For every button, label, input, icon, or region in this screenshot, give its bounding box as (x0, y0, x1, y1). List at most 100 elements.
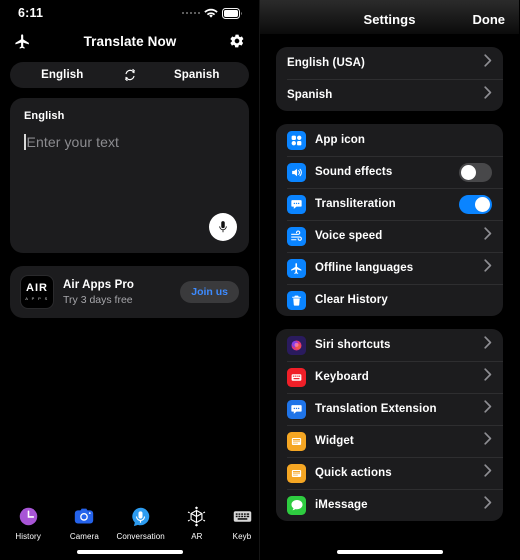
cellular-signal-icon (181, 11, 200, 15)
status-indicators (181, 7, 244, 19)
settings-row-voice-speed[interactable]: Voice speed (276, 220, 503, 252)
wifi-icon (204, 8, 218, 19)
microphone-icon[interactable] (209, 213, 237, 241)
settings-group-preferences: App icon Sound effects Transliteration V… (276, 124, 503, 316)
quick-actions-icon (287, 463, 306, 483)
row-label: Widget (315, 435, 354, 447)
camera-icon (72, 504, 96, 528)
row-label: Clear History (315, 294, 388, 306)
chat-bubble-icon (287, 399, 306, 419)
promo-text: Air Apps Pro Try 3 days free (63, 279, 171, 306)
row-label: Transliteration (315, 198, 396, 210)
input-language-label: English (24, 110, 65, 122)
gear-icon[interactable] (229, 33, 245, 49)
row-label: Keyboard (315, 371, 369, 383)
tab-conversation[interactable]: Conversation (113, 504, 169, 541)
translate-home-panel: 6:11 Translate Now English Spanish Engli… (0, 0, 259, 560)
settings-group-languages: English (USA) Spanish (276, 47, 503, 111)
air-apps-logo: AIR A P P S (20, 275, 54, 309)
speed-waves-icon (287, 226, 306, 246)
row-label: iMessage (315, 499, 368, 511)
chevron-right-icon (484, 432, 492, 450)
settings-header: 6:11 (260, 0, 519, 34)
text-input-card[interactable]: English Enter your text (10, 98, 249, 253)
home-indicator (76, 550, 183, 554)
tab-label: Conversation (116, 532, 165, 541)
row-label: App icon (315, 134, 365, 146)
chevron-right-icon (484, 86, 492, 104)
settings-row-keyboard[interactable]: Keyboard (276, 361, 503, 393)
settings-row-translation-extension[interactable]: Translation Extension (276, 393, 503, 425)
row-label: Voice speed (315, 230, 383, 242)
settings-row-app-icon[interactable]: App icon (276, 124, 503, 156)
row-label: Offline languages (315, 262, 414, 274)
chevron-right-icon (484, 368, 492, 386)
settings-row-quick-actions[interactable]: Quick actions (276, 457, 503, 489)
bottom-tab-bar: History Camera Conversation AR Keyb (0, 498, 259, 560)
airplane-icon (287, 258, 306, 278)
status-bar-left: 6:11 (0, 0, 259, 26)
target-language-button[interactable]: Spanish (145, 69, 250, 81)
chevron-right-icon (484, 54, 492, 72)
row-label: Quick actions (315, 467, 392, 479)
speaker-icon (287, 162, 306, 182)
settings-row-widget[interactable]: Widget (276, 425, 503, 457)
settings-row-offline-languages[interactable]: Offline languages (276, 252, 503, 284)
promo-title: Air Apps Pro (63, 278, 135, 291)
row-label: Translation Extension (315, 403, 437, 415)
ar-cube-icon (185, 504, 209, 528)
trash-icon (287, 290, 306, 310)
promo-subtitle: Try 3 days free (63, 293, 133, 306)
settings-panel: 6:11 (259, 0, 519, 560)
translate-nav-bar: Translate Now (0, 26, 259, 56)
language-switch: English Spanish (10, 62, 249, 88)
imessage-bubble-icon (287, 495, 306, 515)
battery-icon (222, 7, 243, 19)
text-input-placeholder: Enter your text (26, 134, 120, 150)
text-caret (24, 134, 26, 150)
keyboard-icon (230, 504, 254, 528)
keyboard-icon (287, 367, 306, 387)
chevron-right-icon (484, 259, 492, 277)
settings-row-sound-effects[interactable]: Sound effects (276, 156, 503, 188)
settings-row-clear-history[interactable]: Clear History (276, 284, 503, 316)
page-title: Translate Now (83, 33, 177, 49)
row-label: English (USA) (287, 57, 365, 69)
tab-keyboard[interactable]: Keyb (225, 504, 259, 541)
transliteration-toggle[interactable] (459, 194, 492, 214)
row-label: Siri shortcuts (315, 339, 391, 351)
tab-history[interactable]: History (0, 504, 56, 541)
sound-effects-toggle[interactable] (459, 162, 492, 182)
tab-label: Keyb (232, 532, 252, 541)
join-us-button[interactable]: Join us (180, 281, 239, 303)
chat-bubble-icon (287, 194, 306, 214)
text-input-row[interactable]: Enter your text (24, 134, 235, 150)
logo-secondary-text: A P P S (25, 296, 49, 302)
chevron-right-icon (484, 464, 492, 482)
history-clock-icon (16, 504, 40, 528)
source-language-button[interactable]: English (10, 69, 115, 81)
settings-row-imessage[interactable]: iMessage (276, 489, 503, 521)
tab-camera[interactable]: Camera (56, 504, 112, 541)
settings-row-english-usa[interactable]: English (USA) (276, 47, 503, 79)
tab-label: History (15, 532, 41, 541)
swap-circular-arrows-icon[interactable] (115, 68, 145, 82)
dual-phone-screenshot: 6:11 Translate Now English Spanish Engli… (0, 0, 520, 560)
done-button[interactable]: Done (473, 12, 506, 27)
app-icon-squares-icon (287, 130, 306, 150)
toggle-knob (461, 164, 476, 180)
row-label: Spanish (287, 89, 333, 101)
settings-row-transliteration[interactable]: Transliteration (276, 188, 503, 220)
row-label: Sound effects (315, 166, 393, 178)
chevron-right-icon (484, 227, 492, 245)
promo-banner[interactable]: AIR A P P S Air Apps Pro Try 3 days free… (10, 266, 249, 318)
airplane-icon[interactable] (14, 33, 31, 50)
conversation-mic-icon (129, 504, 153, 528)
chevron-right-icon (484, 496, 492, 514)
settings-row-siri-shortcuts[interactable]: Siri shortcuts (276, 329, 503, 361)
status-time: 6:11 (18, 6, 44, 20)
home-indicator (336, 550, 443, 554)
settings-row-spanish[interactable]: Spanish (276, 79, 503, 111)
siri-orb-icon (287, 335, 306, 355)
tab-ar[interactable]: AR (169, 504, 225, 541)
